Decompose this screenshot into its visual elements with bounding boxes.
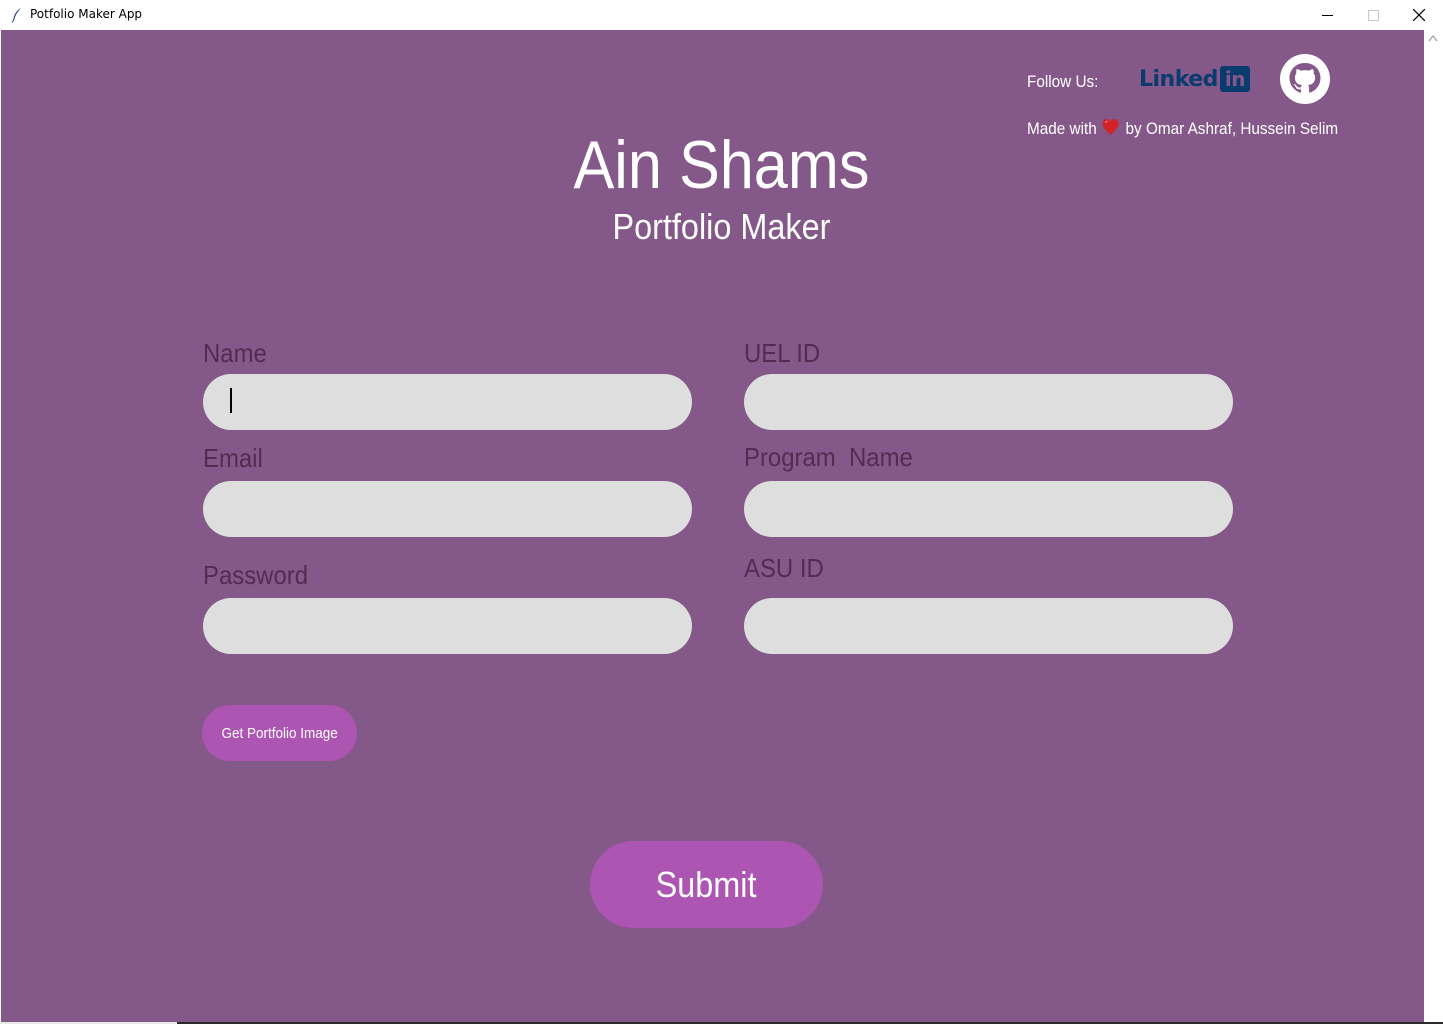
maximize-button[interactable] xyxy=(1350,0,1396,30)
get-portfolio-image-button[interactable]: Get Portfolio Image xyxy=(202,705,357,761)
get-portfolio-image-label: Get Portfolio Image xyxy=(221,724,338,742)
linkedin-icon[interactable]: Linked in xyxy=(1139,64,1250,94)
page-subtitle: Portfolio Maker xyxy=(612,206,831,247)
password-field[interactable] xyxy=(203,598,692,654)
uel-id-field[interactable] xyxy=(744,374,1233,430)
program-name-label: Program Name xyxy=(744,442,913,472)
asu-id-field[interactable] xyxy=(744,598,1233,654)
program-name-field[interactable] xyxy=(744,481,1233,537)
email-label: Email xyxy=(203,443,263,473)
linkedin-wordmark: Linked xyxy=(1139,66,1218,92)
submit-button[interactable]: Submit xyxy=(590,841,823,928)
password-label: Password xyxy=(203,560,309,590)
feather-icon xyxy=(11,8,21,23)
email-field[interactable] xyxy=(203,481,692,537)
maximize-icon xyxy=(1367,9,1379,21)
close-button[interactable] xyxy=(1396,0,1442,30)
page-title: Ain Shams xyxy=(573,127,870,203)
minimize-icon xyxy=(1321,14,1333,16)
window-title: Potfolio Maker App xyxy=(30,7,143,21)
name-field[interactable] xyxy=(203,374,692,430)
submit-label: Submit xyxy=(656,863,757,905)
scroll-up-arrow-icon[interactable] xyxy=(1428,34,1438,42)
minimize-button[interactable] xyxy=(1304,0,1350,30)
title-bar: Potfolio Maker App xyxy=(0,0,1443,30)
close-icon xyxy=(1413,9,1425,21)
follow-us-label: Follow Us: xyxy=(1027,72,1099,91)
github-icon[interactable] xyxy=(1280,54,1330,104)
name-label: Name xyxy=(203,338,267,368)
text-caret xyxy=(230,388,232,413)
scrollbar[interactable] xyxy=(1424,30,1443,1024)
uel-id-label: UEL ID xyxy=(744,338,821,368)
asu-id-label: ASU ID xyxy=(744,553,824,583)
linkedin-in-box: in xyxy=(1219,66,1250,92)
